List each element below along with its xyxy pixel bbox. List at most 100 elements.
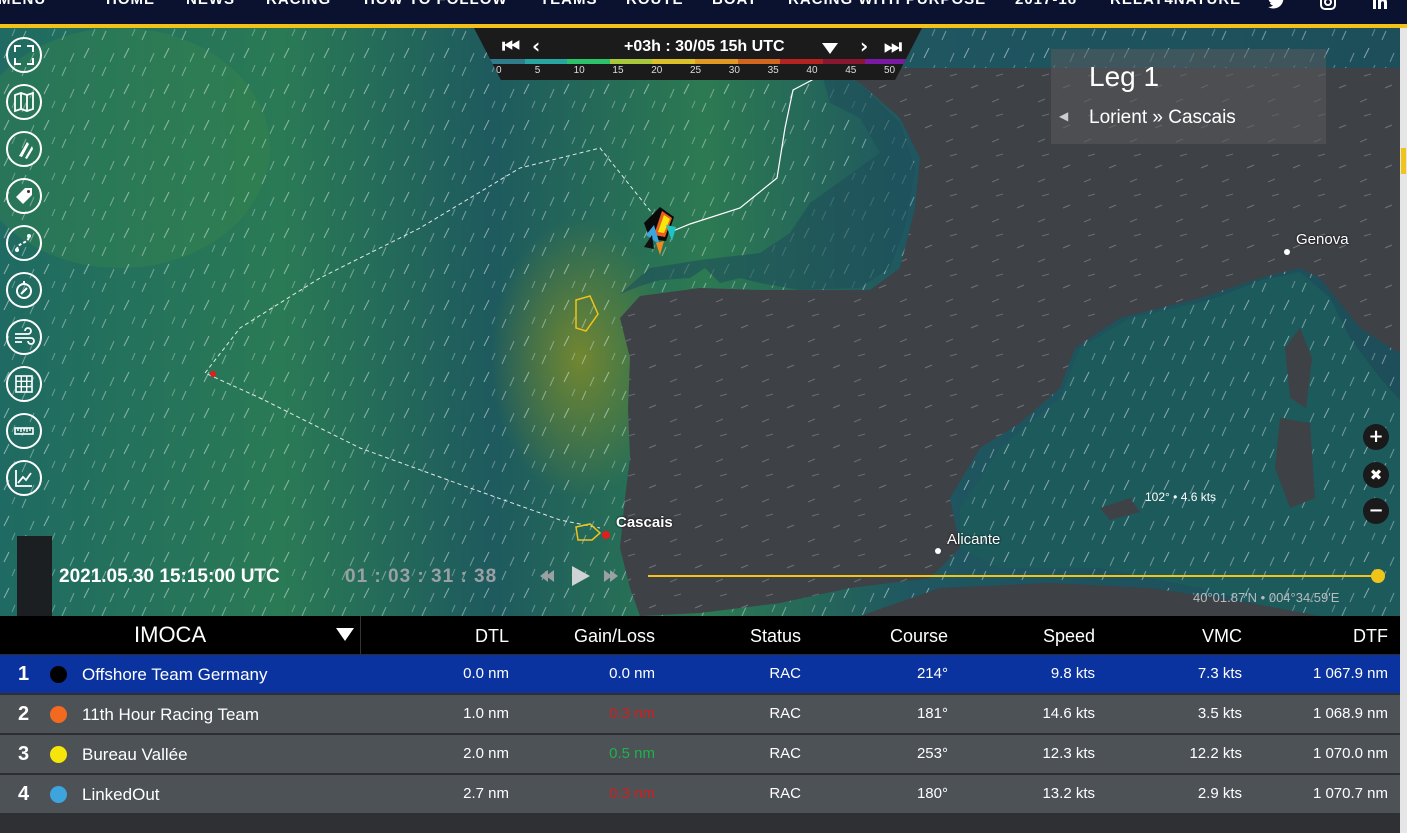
cursor-coordinates: 40°01.87'N • 004°34.59'E: [1193, 590, 1340, 605]
scrollbar-thumb[interactable]: [1401, 148, 1406, 174]
table-row[interactable]: 2 11th Hour Racing Team 1.0 nm 0.3 nm RAC 181…: [0, 694, 1400, 733]
nav-boat[interactable]: BOAT: [712, 0, 757, 8]
cell-vmc: 2.9 kts: [1197, 785, 1242, 802]
scale-number: 40: [806, 65, 818, 76]
scale-number: 15: [612, 65, 624, 76]
cell-course: 214°: [916, 665, 948, 682]
grid-icon[interactable]: [6, 366, 42, 402]
instagram-icon[interactable]: [1320, 0, 1336, 14]
header-speed[interactable]: Speed: [1043, 626, 1095, 647]
team-name: Bureau Vallée: [82, 745, 188, 764]
map-layers-icon[interactable]: [6, 84, 42, 120]
header-dtf[interactable]: DTF: [1353, 626, 1388, 647]
team-name: 11th Hour Racing Team: [82, 705, 260, 724]
last-step-icon[interactable]: ⏭: [884, 34, 902, 58]
genova-dot: [1284, 249, 1290, 255]
team-color-dot: [50, 746, 67, 763]
header-status[interactable]: Status: [750, 626, 801, 647]
linkedin-icon[interactable]: [1372, 0, 1388, 14]
chart-icon[interactable]: [6, 460, 42, 496]
wind-layer-icon[interactable]: [6, 319, 42, 355]
scale-segment: [822, 59, 866, 64]
ruler-icon[interactable]: [6, 413, 42, 449]
scale-segment: [737, 59, 781, 64]
leg-panel[interactable]: ◀ Leg 1 Lorient » Cascais: [1051, 49, 1326, 144]
compass-icon[interactable]: [6, 272, 42, 308]
scale-number: 35: [767, 65, 779, 76]
class-selector[interactable]: IMOCA: [0, 616, 361, 654]
scale-number: 25: [690, 65, 702, 76]
first-step-icon[interactable]: ⏮: [502, 34, 520, 58]
current-datetime: 2021.05.30 15:15:00 UTC: [59, 566, 280, 587]
reset-view-button[interactable]: ✖: [1363, 462, 1389, 488]
cell-vmc: 12.2 kts: [1189, 745, 1242, 762]
twitter-icon[interactable]: [1268, 0, 1286, 14]
fullscreen-icon[interactable]: [6, 37, 42, 73]
cell-gain: 0.3 nm: [609, 705, 655, 722]
cell-status: RAC: [769, 665, 801, 682]
label-tag-icon[interactable]: [6, 178, 42, 214]
scale-segment: [524, 59, 568, 64]
cell-status: RAC: [769, 785, 801, 802]
table-row[interactable]: 1 Offshore Team Germany 0.0 nm 0.0 nm RAC 214…: [0, 654, 1400, 693]
table-row[interactable]: 4 LinkedOut 2.7 nm 0.3 nm RAC 180° 13.2 kts 2.9…: [0, 774, 1400, 813]
scale-segment: [567, 59, 611, 64]
team-name: LinkedOut: [82, 785, 160, 804]
scale-number: 50: [884, 65, 896, 76]
header-course[interactable]: Course: [890, 626, 948, 647]
timeline-slider-knob[interactable]: [1371, 569, 1385, 583]
nav-news[interactable]: NEWS: [186, 0, 235, 8]
cell-course: 181°: [916, 705, 948, 722]
nav-relay4nature[interactable]: RELAY4NATURE: [1110, 0, 1241, 8]
collapse-arrow-icon[interactable]: ◀: [1059, 109, 1068, 123]
boats-filter-icon[interactable]: [6, 131, 42, 167]
scale-segment: [865, 59, 909, 64]
nav-route[interactable]: ROUTE: [626, 0, 684, 8]
leg-route: Lorient » Cascais: [1089, 107, 1236, 128]
cell-dtl: 0.0 nm: [463, 665, 509, 682]
scale-number: 10: [573, 65, 585, 76]
prev-step-icon[interactable]: ‹: [532, 34, 540, 58]
forecast-dropdown-icon[interactable]: [822, 43, 838, 54]
header-dtl[interactable]: DTL: [475, 626, 509, 647]
cell-speed: 14.6 kts: [1042, 705, 1095, 722]
boat-icons[interactable]: [636, 205, 686, 257]
forecast-time-label[interactable]: +03h : 30/05 15h UTC: [624, 38, 785, 56]
cell-dtf: 1 068.9 nm: [1312, 705, 1388, 722]
timeline-slider[interactable]: [648, 575, 1378, 577]
rewind-icon: [540, 570, 554, 582]
leg-title: Leg 1: [1089, 61, 1160, 92]
wind-color-scale: [482, 59, 909, 64]
nav-teams[interactable]: TEAMS: [540, 0, 598, 8]
table-header: IMOCA DTL Gain/Loss Status Course Speed …: [0, 616, 1400, 654]
cell-status: RAC: [769, 745, 801, 762]
nav-racing-with-purpose[interactable]: RACING WITH PURPOSE: [788, 0, 986, 8]
replay-timeline: 2021.05.30 15:15:00 UTC 01 : 03 : 31 : 3…: [0, 538, 1407, 616]
playback-controls[interactable]: [538, 564, 622, 588]
page-scrollbar[interactable]: [1400, 28, 1407, 833]
forecast-timebar: ⏮ ‹ +03h : 30/05 15h UTC › ⏭ 0 5 10 15 20 25 3…: [474, 28, 922, 80]
zoom-out-button[interactable]: −: [1363, 498, 1389, 524]
team-name: Offshore Team Germany: [82, 665, 268, 684]
class-dropdown-icon[interactable]: [336, 628, 354, 641]
next-step-icon[interactable]: ›: [860, 34, 868, 58]
cell-dtl: 2.7 nm: [463, 785, 509, 802]
scale-segment: [780, 59, 824, 64]
nav-how-to-follow[interactable]: HOW TO FOLLOW: [364, 0, 508, 8]
nav-2017-18[interactable]: 2017-18: [1015, 0, 1077, 8]
rank: 2: [18, 703, 30, 725]
trajectory-icon[interactable]: [6, 225, 42, 261]
nav-menu[interactable]: MENU: [0, 0, 46, 8]
cell-dtl: 1.0 nm: [463, 705, 509, 722]
nav-home[interactable]: HOME: [106, 0, 155, 8]
scale-number: 45: [845, 65, 857, 76]
table-row[interactable]: 3 Bureau Vallée 2.0 nm 0.5 nm RAC 253° 12.3 kt…: [0, 734, 1400, 773]
cell-speed: 12.3 kts: [1042, 745, 1095, 762]
header-vmc[interactable]: VMC: [1202, 626, 1242, 647]
header-gain-loss[interactable]: Gain/Loss: [574, 626, 655, 647]
nav-racing[interactable]: RACING: [266, 0, 331, 8]
zoom-in-button[interactable]: +: [1363, 424, 1389, 450]
class-name: IMOCA: [134, 622, 207, 647]
cell-vmc: 3.5 kts: [1197, 705, 1242, 722]
cell-speed: 9.8 kts: [1050, 665, 1095, 682]
